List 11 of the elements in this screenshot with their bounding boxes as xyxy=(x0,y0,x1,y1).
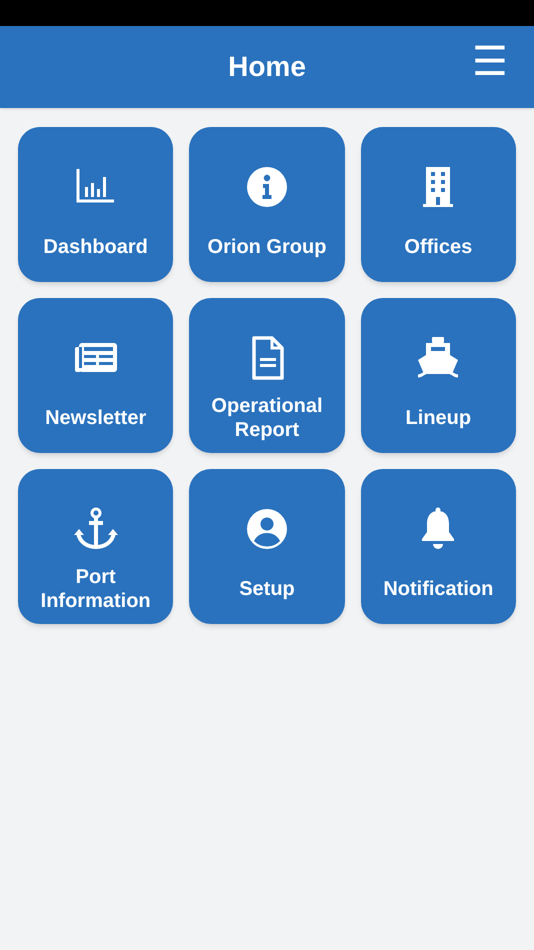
menu-tile[interactable]: Operational Report xyxy=(189,298,345,453)
menu-tile[interactable]: Port Information xyxy=(18,469,174,624)
menu-tile[interactable]: Notification xyxy=(360,469,516,624)
menu-tile[interactable]: Setup xyxy=(189,469,345,624)
menu-tile[interactable]: Orion Group xyxy=(189,127,345,282)
menu-tile[interactable]: Dashboard xyxy=(18,127,174,282)
header-title: Home xyxy=(228,50,306,84)
menu-tile[interactable]: Lineup xyxy=(360,298,516,453)
menu-tile[interactable]: Newsletter xyxy=(18,298,174,453)
menu-tile[interactable]: Offices xyxy=(360,127,516,282)
menu-icon[interactable]: ☰ xyxy=(472,42,508,82)
